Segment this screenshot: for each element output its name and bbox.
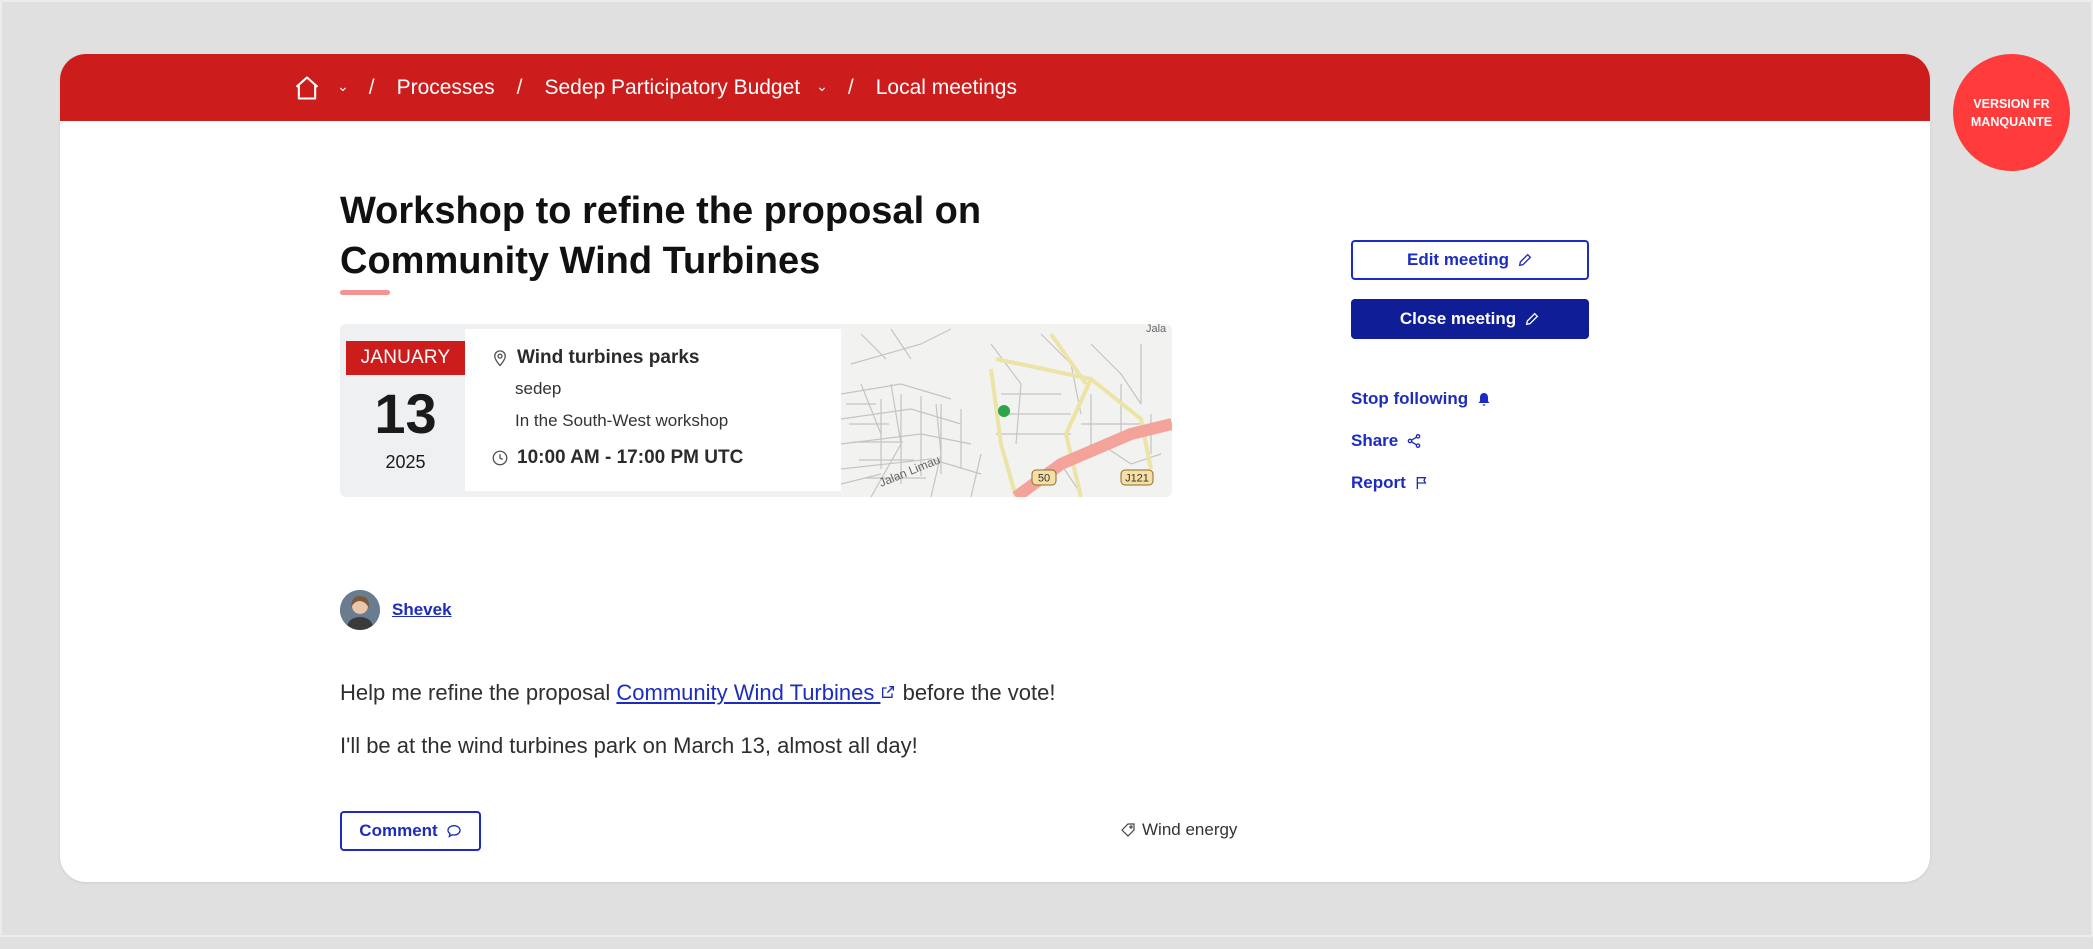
location-line-2: In the South-West workshop <box>515 411 729 430</box>
flag-icon <box>1416 477 1427 489</box>
proposal-link-text: Community Wind Turbines <box>616 680 881 705</box>
description-text: Help me refine the proposal <box>340 680 617 705</box>
location-name: Wind turbines parks <box>517 347 700 368</box>
tag-label: Wind energy <box>1142 820 1238 839</box>
share-label: Share <box>1351 431 1399 450</box>
breadcrumb-separator: / <box>847 75 854 99</box>
map-corner-label: Jala <box>1146 324 1167 335</box>
close-meeting-button[interactable]: Close meeting <box>1351 299 1589 339</box>
speech-bubble-icon <box>447 824 461 838</box>
breadcrumb: ⌄ / Processes / Sedep Participatory Budg… <box>60 54 1930 121</box>
proposal-link[interactable]: Community Wind Turbines <box>616 680 896 705</box>
map-pin-icon <box>494 350 506 367</box>
close-meeting-label: Close meeting <box>1399 309 1517 328</box>
missing-translation-badge: VERSION FR MANQUANTE <box>1953 54 2070 171</box>
bell-icon <box>1478 393 1490 406</box>
stop-following-link[interactable]: Stop following <box>1351 389 1492 409</box>
breadcrumb-separator: / <box>368 75 375 99</box>
avatar[interactable] <box>340 590 380 630</box>
location-map[interactable]: 50 J121 Jalan Limau Jala <box>840 324 1172 497</box>
edit-meeting-button[interactable]: Edit meeting <box>1351 240 1589 280</box>
report-label: Report <box>1351 473 1406 492</box>
comment-label: Comment <box>359 821 438 840</box>
breadcrumb-processes[interactable]: Processes <box>397 76 495 100</box>
page-title: Workshop to refine the proposal on Commu… <box>340 190 982 282</box>
route-shield: 50 <box>1031 469 1057 486</box>
date-day: 13 <box>374 382 437 445</box>
share-icon <box>1407 434 1421 448</box>
external-link-icon <box>882 686 895 698</box>
author-link[interactable]: Shevek <box>392 600 452 620</box>
pencil-icon <box>1518 253 1532 267</box>
breadcrumb-separator: / <box>516 75 523 99</box>
title-underline <box>340 290 390 295</box>
description-paragraph-2: I'll be at the wind turbines park on Mar… <box>340 733 918 758</box>
badge-line-1: VERSION FR <box>1973 96 2050 111</box>
topic-tag[interactable]: Wind energy <box>1120 820 1237 840</box>
comment-button[interactable]: Comment <box>340 811 481 851</box>
route-number-2: J121 <box>1125 473 1149 485</box>
date-month: JANUARY <box>346 341 465 375</box>
description-paragraph-1: Help me refine the proposal Community Wi… <box>340 680 1055 706</box>
route-shield: J121 <box>1120 469 1154 486</box>
report-link[interactable]: Report <box>1351 473 1430 493</box>
description-text: before the vote! <box>896 680 1056 705</box>
date-box: JANUARY 13 2025 <box>346 341 465 491</box>
badge-line-2: MANQUANTE <box>1970 114 2053 129</box>
edit-meeting-label: Edit meeting <box>1406 250 1509 269</box>
meeting-time: 10:00 AM - 17:00 PM UTC <box>517 447 744 468</box>
share-link[interactable]: Share <box>1351 431 1422 451</box>
breadcrumb-process[interactable]: Sedep Participatory Budget <box>544 76 800 100</box>
date-year: 2025 <box>385 452 426 472</box>
chevron-down-icon[interactable]: ⌄ <box>337 78 349 95</box>
location-line-1: sedep <box>515 379 562 398</box>
location-box: Wind turbines parks sedep In the South-W… <box>465 329 841 491</box>
meeting-details-card: JANUARY 13 2025 Wind turbines parks sede… <box>340 324 1172 497</box>
pencil-icon <box>1525 312 1539 326</box>
chevron-down-icon[interactable]: ⌄ <box>816 78 828 95</box>
route-number-1: 50 <box>1038 473 1050 485</box>
clock-icon <box>492 450 508 466</box>
breadcrumb-current[interactable]: Local meetings <box>876 76 1017 100</box>
author: Shevek <box>340 590 452 630</box>
tag-icon <box>1121 823 1135 837</box>
stop-following-label: Stop following <box>1351 389 1469 408</box>
home-icon[interactable] <box>293 74 321 102</box>
